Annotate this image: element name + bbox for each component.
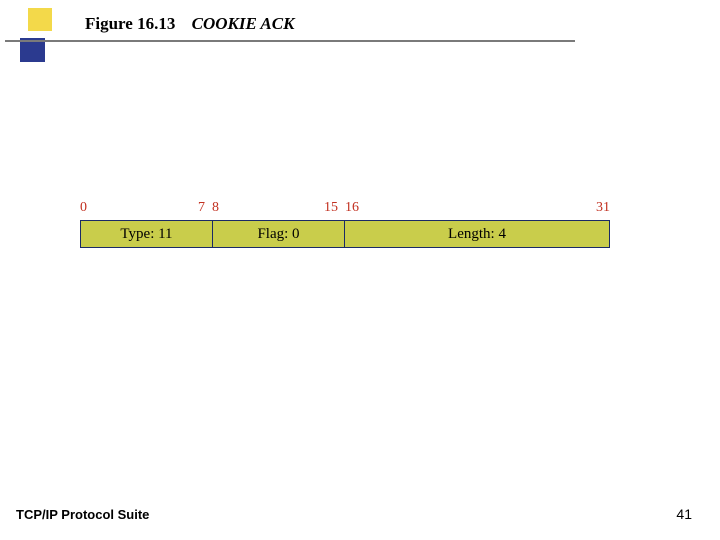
bit-label-8: 8 (212, 200, 219, 216)
field-row: Type: 11 Flag: 0 Length: 4 (80, 220, 610, 248)
figure-title: COOKIE ACK (192, 14, 295, 33)
bit-ruler: 0 7 8 15 16 31 (80, 200, 610, 220)
heading-rule (5, 40, 575, 42)
field-type: Type: 11 (81, 221, 213, 247)
logo-yellow-square (28, 8, 52, 31)
bit-label-7: 7 (198, 200, 205, 216)
slide-logo (20, 8, 54, 68)
bit-label-0: 0 (80, 200, 87, 216)
bit-label-16: 16 (345, 200, 359, 216)
field-length: Length: 4 (345, 221, 609, 247)
figure-number: Figure 16.13 (85, 14, 175, 33)
packet-format-diagram: 0 7 8 15 16 31 Type: 11 Flag: 0 Length: … (80, 200, 610, 248)
bit-label-31: 31 (596, 200, 610, 216)
field-flag: Flag: 0 (213, 221, 345, 247)
page-number: 41 (676, 506, 692, 522)
figure-heading: Figure 16.13 COOKIE ACK (85, 14, 294, 34)
footer-suite: TCP/IP Protocol Suite (16, 507, 149, 522)
bit-label-15: 15 (324, 200, 338, 216)
